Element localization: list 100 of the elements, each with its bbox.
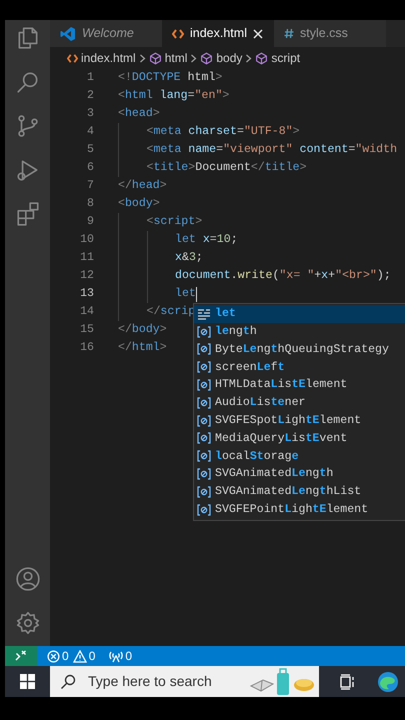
line-number: 10 <box>79 232 94 248</box>
suggestion-item[interactable]: SVGAnimatedLengthList <box>194 482 405 501</box>
editor-tab[interactable]: Welcome <box>50 20 162 47</box>
line-number: 16 <box>79 340 94 356</box>
line-number: 14 <box>79 304 94 320</box>
logo-icon <box>60 26 76 42</box>
settings-icon[interactable] <box>14 610 40 636</box>
line-number: 2 <box>86 88 94 104</box>
windows-logo-icon[interactable] <box>20 674 35 689</box>
suggestion-label: let <box>215 306 236 322</box>
remote-button[interactable] <box>5 646 37 666</box>
suggestion-label: SVGAnimatedLengthList <box>215 484 362 500</box>
line-number: 7 <box>86 178 94 194</box>
editor-tab[interactable]: style.css <box>274 20 386 47</box>
code-line: <head> <box>118 106 160 122</box>
tab-label: Welcome <box>82 25 134 42</box>
suggestion-label: SVGAnimatedLength <box>215 466 334 482</box>
suggestion-label: ByteLengthQueuingStrategy <box>215 342 389 358</box>
editor-tab[interactable]: index.html <box>162 20 274 47</box>
code-line: </html> <box>118 340 167 356</box>
suggestion-item[interactable]: SVGFEPointLightElement <box>194 500 405 519</box>
line-number: 1 <box>86 70 94 86</box>
suggestion-item[interactable]: localStorage <box>194 447 405 466</box>
code-line: <meta name="viewport" content="width <box>146 142 398 158</box>
line-number: 9 <box>86 214 94 230</box>
chevron-icon <box>190 54 198 62</box>
line-number: 15 <box>79 322 94 338</box>
keyword-icon <box>197 308 211 320</box>
breadcrumb-item[interactable]: script <box>271 49 300 67</box>
suggestion-item[interactable]: screenLeft <box>194 358 405 376</box>
code-line: </body> <box>118 322 167 338</box>
suggestion-item[interactable]: AudioListener <box>194 394 405 412</box>
variable-icon <box>197 361 211 374</box>
browser-icon[interactable] <box>377 670 399 692</box>
line-number: 5 <box>86 142 94 158</box>
suggestion-item[interactable]: MediaQueryListEvent <box>194 430 405 448</box>
variable-icon <box>197 450 211 462</box>
tab-label: style.css <box>300 25 348 42</box>
code-line: <html lang="en"> <box>118 88 230 104</box>
chevron-icon <box>138 54 146 62</box>
breadcrumb-item[interactable]: index.html <box>81 49 136 67</box>
search-placeholder: Type here to search <box>88 672 212 691</box>
suggestion-label: SVGFESpotLightElement <box>215 412 362 429</box>
account-icon[interactable] <box>14 566 40 592</box>
suggestion-label: localStorage <box>215 448 299 465</box>
code-line: <body> <box>118 196 160 212</box>
text-cursor <box>196 286 198 302</box>
suggestion-label: screenLeft <box>215 360 285 376</box>
cube-icon <box>255 52 268 64</box>
line-number: 12 <box>79 268 94 284</box>
suggestion-label: length <box>215 324 257 340</box>
variable-icon <box>197 396 211 409</box>
variable-icon <box>197 504 211 516</box>
code-line: x&3; <box>175 250 203 266</box>
suggestion-item[interactable]: SVGAnimatedLength <box>194 465 405 483</box>
variable-icon <box>197 343 211 356</box>
close-icon[interactable] <box>252 28 263 38</box>
suggestion-item[interactable]: SVGFESpotLightElement <box>194 412 405 430</box>
code-line: <!DOCTYPE html> <box>118 70 222 86</box>
breadcrumb-item[interactable]: html <box>164 49 188 67</box>
error-count[interactable]: 0 <box>62 647 69 665</box>
line-number: 13 <box>79 286 94 302</box>
warning-icon <box>72 650 87 662</box>
code-line: let <box>175 286 196 302</box>
ports-count[interactable]: 0 <box>125 647 132 665</box>
code-line: <script> <box>146 214 202 230</box>
task-view-icon[interactable] <box>340 674 356 690</box>
remote-icon <box>15 650 27 662</box>
variable-icon <box>197 379 211 392</box>
extensions-icon[interactable] <box>14 201 40 227</box>
variable-icon <box>197 326 211 338</box>
search-icon <box>60 674 76 690</box>
suggestion-item[interactable]: HTMLDataListElement <box>194 376 405 394</box>
suggestion-label: AudioListener <box>215 395 306 412</box>
code-brackets-icon <box>67 52 78 64</box>
line-number: 6 <box>86 160 94 176</box>
tab-label: index.html <box>190 25 247 42</box>
code-line: <meta charset="UTF-8"> <box>146 124 300 140</box>
code-line: document.write("x= "+x+"<br>"); <box>175 268 391 284</box>
suggestion-label: MediaQueryListEvent <box>215 430 348 447</box>
code-line: let x=10; <box>175 232 238 248</box>
suggestion-item[interactable]: length <box>194 322 405 341</box>
suggestion-item[interactable]: ByteLengthQueuingStrategy <box>194 340 405 358</box>
taskbar-search-field[interactable]: Type here to search <box>50 666 319 697</box>
cube-icon <box>200 52 214 64</box>
suggestion-label: SVGFEPointLightElement <box>215 502 368 518</box>
variable-icon <box>197 486 211 498</box>
warning-count[interactable]: 0 <box>88 647 96 665</box>
hash-icon <box>284 28 294 39</box>
chevron-icon <box>245 54 252 62</box>
suggestion-item[interactable]: let <box>194 305 405 323</box>
suggestion-label: HTMLDataListElement <box>215 377 348 394</box>
line-number: 4 <box>86 124 94 140</box>
variable-icon <box>197 414 211 427</box>
code-line: </head> <box>118 178 167 194</box>
line-number: 11 <box>79 250 94 266</box>
error-icon <box>47 650 60 662</box>
breadcrumb-item[interactable]: body <box>216 49 242 67</box>
cube-icon <box>148 52 162 64</box>
line-number: 8 <box>86 196 94 212</box>
